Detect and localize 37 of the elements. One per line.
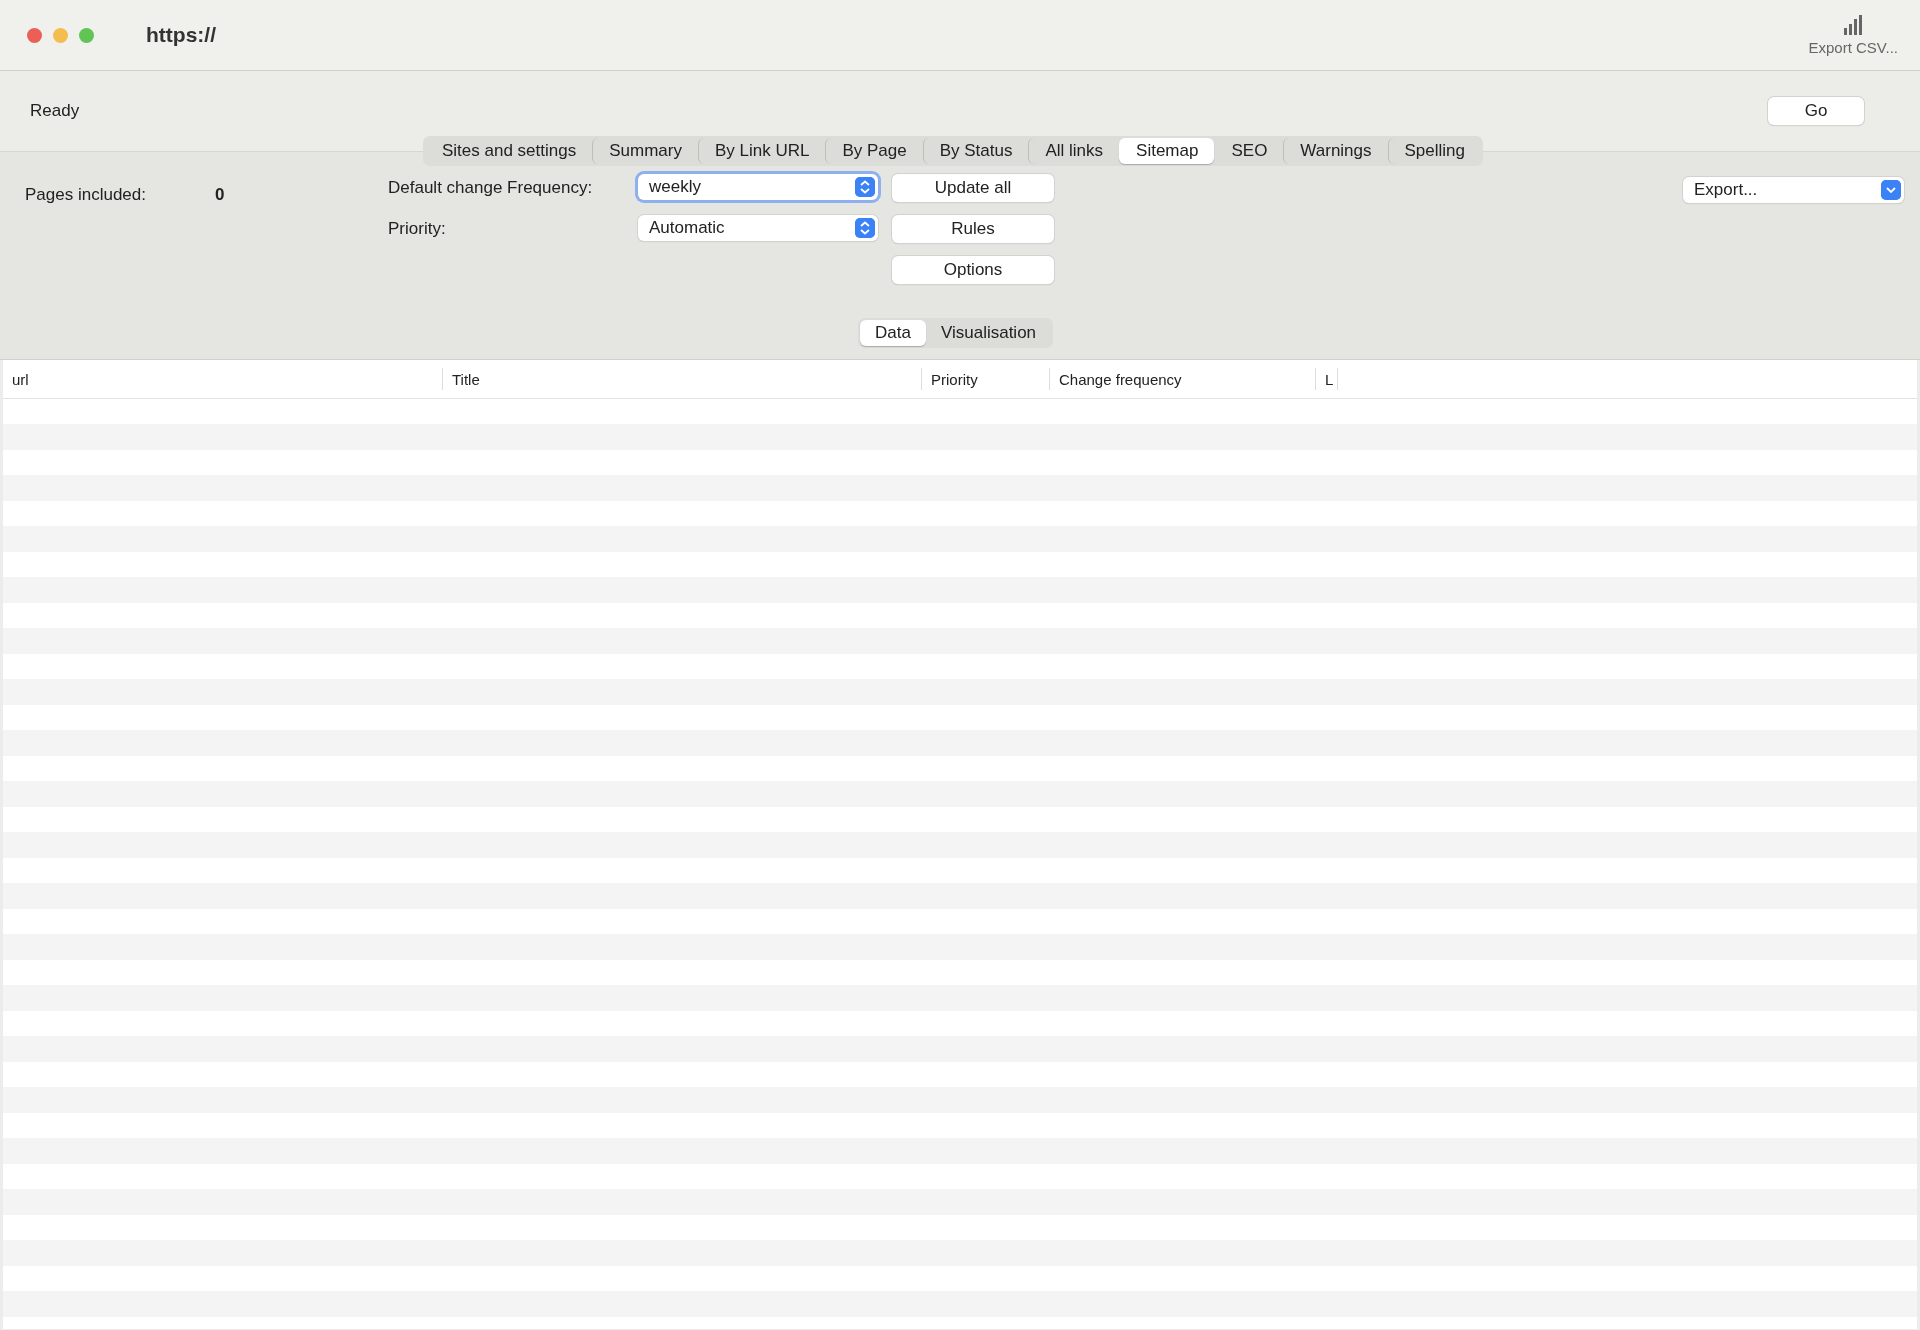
dropdown[interactable]: weekly xyxy=(638,174,878,200)
setting-label: Priority: xyxy=(388,218,447,240)
export-csv-label[interactable]: Export CSV... xyxy=(1808,39,1898,56)
dropdown[interactable]: Automatic xyxy=(638,215,878,241)
column-header[interactable]: Title xyxy=(443,368,922,390)
view-segment[interactable]: Visualisation xyxy=(925,320,1052,346)
window-control-icon[interactable] xyxy=(53,27,68,43)
view-segment[interactable]: Data xyxy=(860,320,926,346)
tab[interactable]: Sites and settings xyxy=(425,138,593,164)
column-header[interactable]: url xyxy=(3,368,443,390)
column-header[interactable]: Change frequency xyxy=(1050,368,1316,390)
tab[interactable]: By Page xyxy=(825,138,923,164)
chevron-down-icon xyxy=(1881,180,1901,200)
action-button[interactable]: Rules xyxy=(892,215,1054,243)
pages-included-label: Pages included: xyxy=(25,185,147,206)
export-dropdown[interactable]: Export... xyxy=(1683,177,1904,203)
signal-bars-icon[interactable] xyxy=(1842,14,1865,36)
column-header[interactable]: L xyxy=(1316,368,1338,390)
tab[interactable]: By Status xyxy=(922,138,1029,164)
tab[interactable]: Warnings xyxy=(1283,138,1388,164)
tab[interactable]: SEO xyxy=(1214,138,1284,164)
stepper-icon xyxy=(855,177,875,197)
window-title: https:// xyxy=(146,23,216,47)
status-text: Ready xyxy=(30,101,80,121)
window-control-icon[interactable] xyxy=(27,27,42,43)
window-control-icon[interactable] xyxy=(79,27,94,43)
action-button[interactable]: Options xyxy=(892,256,1054,284)
setting-label: Default change Frequency: xyxy=(388,177,594,199)
go-button[interactable]: Go xyxy=(1768,97,1864,125)
pages-included-value: 0 xyxy=(215,185,225,206)
tab[interactable]: Sitemap xyxy=(1119,138,1215,164)
tab[interactable]: By Link URL xyxy=(697,138,826,164)
column-header[interactable]: Priority xyxy=(922,368,1050,390)
tab[interactable]: Summary xyxy=(592,138,698,164)
action-button[interactable]: Update all xyxy=(892,174,1054,202)
tab[interactable]: Spelling xyxy=(1387,138,1482,164)
stepper-icon xyxy=(855,218,875,238)
